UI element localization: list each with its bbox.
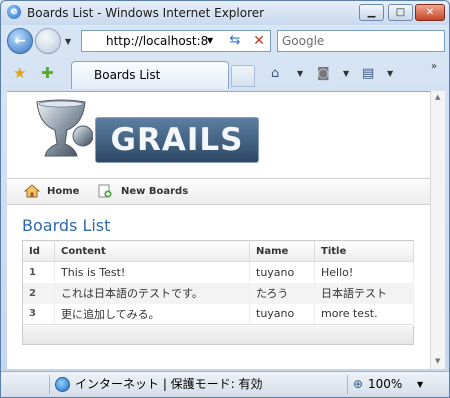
- print-dropdown-icon[interactable]: ▼: [387, 69, 393, 78]
- favorites-star-icon[interactable]: ★: [13, 65, 26, 81]
- table-row: 1 This is Test! tuyano Hello!: [22, 261, 414, 283]
- row-name: tuyano: [249, 261, 315, 283]
- forward-icon[interactable]: →: [35, 28, 61, 54]
- home-dropdown-icon[interactable]: ▼: [297, 69, 303, 78]
- row-title: Hello!: [314, 261, 414, 283]
- new-boards-icon: [98, 184, 112, 198]
- globe-icon: [55, 377, 70, 392]
- security-zone[interactable]: インターネット | 保護モード: 有効: [75, 377, 263, 391]
- row-id-link[interactable]: 3: [22, 303, 55, 325]
- home-icon: [24, 184, 40, 198]
- more-tools-icon[interactable]: »: [431, 61, 437, 72]
- address-toolbar: ← → ▼ e http://localhost:8 ▼ ⇆ ✕ Google: [1, 25, 449, 57]
- search-input[interactable]: Google: [277, 30, 445, 52]
- table-header-row: Id Content Name Title: [22, 240, 414, 262]
- stop-icon[interactable]: ✕: [249, 31, 269, 51]
- column-header-name[interactable]: Name: [249, 240, 315, 262]
- home-link[interactable]: Home: [47, 185, 79, 199]
- maximize-button[interactable]: □: [388, 4, 413, 21]
- new-boards-link[interactable]: New Boards: [121, 185, 188, 199]
- row-content: これは日本語のテストです。: [54, 282, 250, 304]
- scroll-down-icon[interactable]: ▼: [435, 357, 440, 365]
- row-title: 日本語テスト: [314, 282, 414, 304]
- zoom-icon[interactable]: ⊕: [353, 377, 363, 391]
- table-row: 2 これは日本語のテストです。 たろう 日本語テスト: [22, 282, 414, 304]
- history-dropdown-icon[interactable]: ▼: [65, 37, 71, 46]
- browser-window: e Boards List - Windows Internet Explore…: [0, 0, 450, 398]
- row-content: 更に追加してみる。: [54, 303, 250, 325]
- rss-dropdown-icon[interactable]: ▼: [343, 69, 349, 78]
- vertical-scrollbar[interactable]: ▲ ▼: [430, 91, 445, 369]
- zoom-dropdown-icon[interactable]: ▼: [417, 380, 423, 389]
- nav-bar: Home New Boards: [7, 178, 430, 205]
- column-header-id[interactable]: Id: [22, 240, 55, 262]
- row-title: more test.: [314, 303, 414, 325]
- rss-icon[interactable]: ◙: [317, 66, 330, 82]
- row-name: tuyano: [249, 303, 315, 325]
- page-viewport: GRAILS Home New Boards Boards List Id Co…: [7, 91, 430, 369]
- status-divider: [49, 375, 50, 394]
- table-row: 3 更に追加してみる。 tuyano more test.: [22, 303, 414, 325]
- column-header-content[interactable]: Content: [54, 240, 250, 262]
- grail-cup-icon: [36, 99, 93, 157]
- minimize-button[interactable]: ▁: [359, 4, 384, 21]
- title-bar[interactable]: e Boards List - Windows Internet Explore…: [1, 1, 449, 25]
- tab-toolbar: ★ ✚ Boards List ⌂ ▼ ◙ ▼ ▤ ▼ »: [1, 57, 449, 91]
- logo-text: GRAILS: [95, 117, 259, 163]
- tab-boards-list[interactable]: Boards List: [71, 61, 229, 89]
- address-dropdown-icon[interactable]: ▼: [207, 36, 213, 45]
- close-button[interactable]: ✕: [415, 4, 445, 21]
- page-heading: Boards List: [22, 216, 111, 235]
- window-title: Boards List - Windows Internet Explorer: [27, 6, 265, 20]
- row-content: This is Test!: [54, 261, 250, 283]
- column-header-title[interactable]: Title: [314, 240, 414, 262]
- add-favorites-icon[interactable]: ✚: [41, 65, 54, 81]
- ie-logo-icon: e: [7, 5, 21, 19]
- status-divider: [347, 375, 348, 394]
- print-icon[interactable]: ▤: [362, 66, 374, 82]
- row-id-link[interactable]: 2: [22, 282, 55, 304]
- row-id-link[interactable]: 1: [22, 261, 55, 283]
- status-bar: インターネット | 保護モード: 有効 ⊕ 100% ▼: [1, 371, 449, 397]
- zoom-level[interactable]: 100%: [368, 377, 402, 391]
- scroll-up-icon[interactable]: ▲: [435, 93, 440, 101]
- back-icon[interactable]: ←: [7, 28, 33, 54]
- refresh-icon[interactable]: ⇆: [225, 31, 245, 51]
- grails-logo: GRAILS: [23, 96, 260, 166]
- row-name: たろう: [249, 282, 315, 304]
- home-toolbar-icon[interactable]: ⌂: [271, 66, 279, 82]
- new-tab-button[interactable]: [231, 65, 255, 87]
- pagination-bar: [22, 326, 414, 345]
